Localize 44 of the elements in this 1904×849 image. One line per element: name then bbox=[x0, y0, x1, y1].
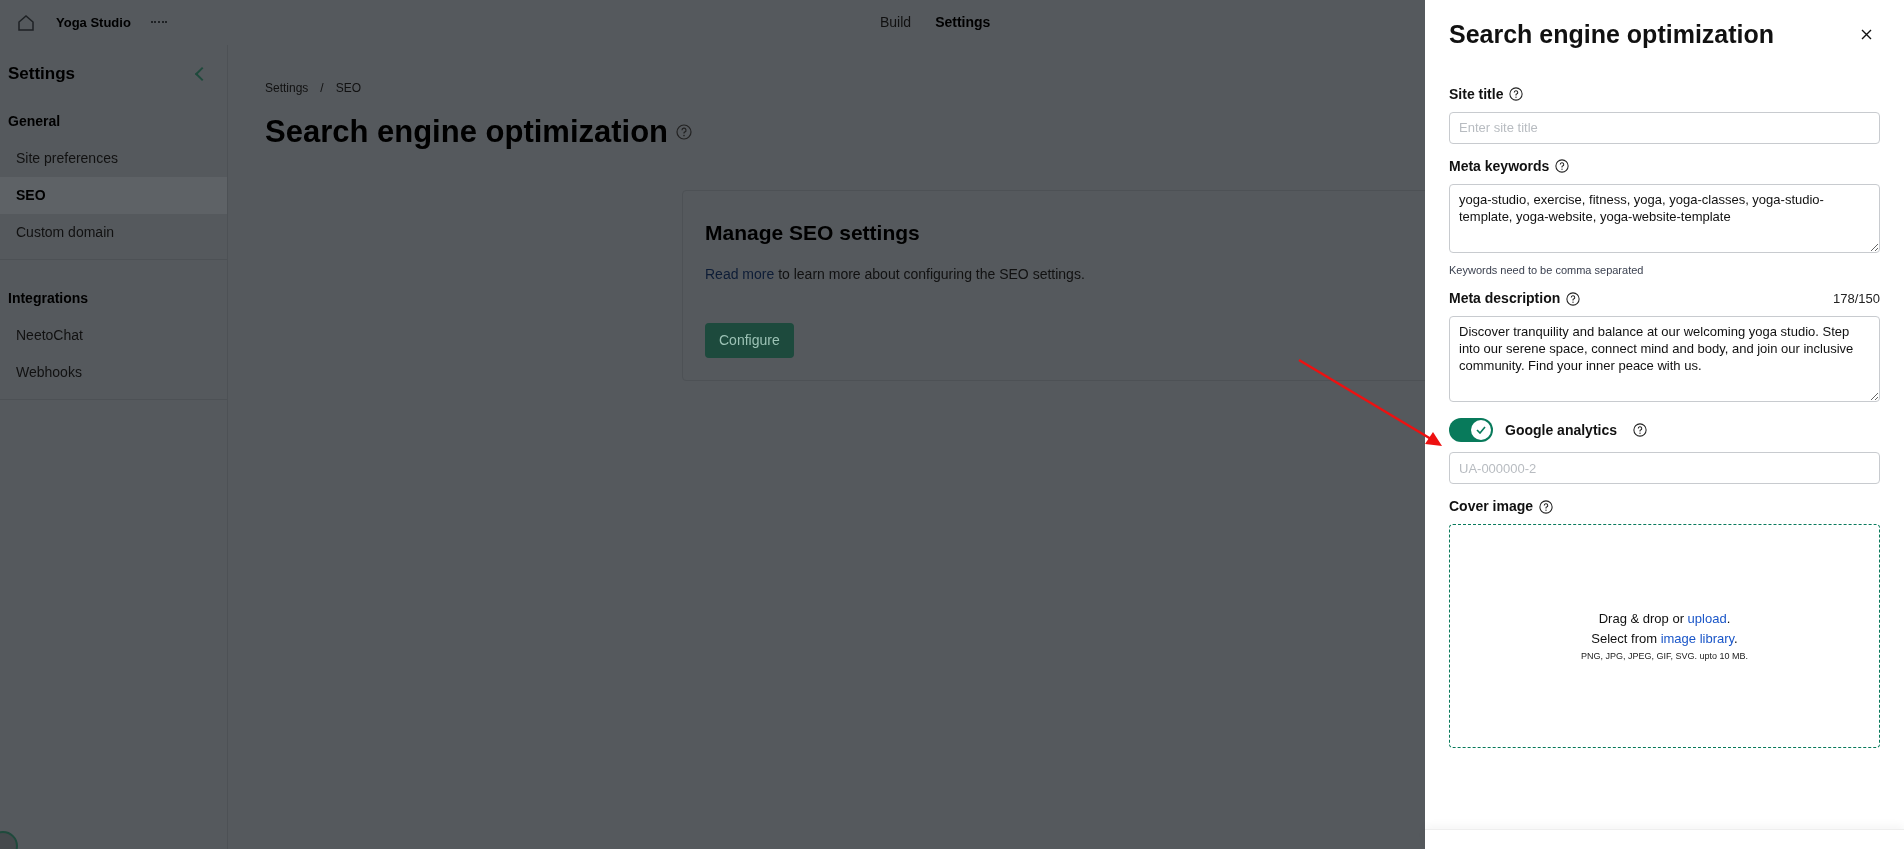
textarea-field[interactable]: Discover tranquility and balance at our welcoming yoga studio. Step into our serene space, connect mind and body, and join our inclusive community. Find your inner peace with us. bbox=[1449, 316, 1880, 402]
panel-title: Search engine optimization bbox=[1449, 19, 1775, 50]
input-field[interactable]: Enter site title bbox=[1449, 111, 1880, 144]
dropzone-text: Select from image library. bbox=[1591, 629, 1738, 648]
sidebar-item[interactable]: Webhooks bbox=[0, 353, 227, 391]
sidebar-item[interactable]: NeetoChat bbox=[0, 316, 227, 354]
section-heading: Integrations bbox=[7, 288, 90, 308]
file-format-hint: PNG, JPG, JPEG, GIF, SVG. upto 10 MB. bbox=[1580, 649, 1749, 663]
section-heading: General bbox=[7, 111, 62, 131]
close-icon[interactable] bbox=[1861, 29, 1872, 41]
field-label: Site title bbox=[1449, 84, 1504, 104]
help-icon[interactable] bbox=[1633, 423, 1648, 437]
nav-tab[interactable]: Settings bbox=[935, 12, 991, 33]
card-text: Read more to learn more about configuring the SEO settings. bbox=[705, 265, 1086, 284]
help-icon[interactable] bbox=[1555, 159, 1570, 173]
sidebar-title: Settings bbox=[8, 63, 76, 85]
field-label: Cover image bbox=[1449, 497, 1534, 516]
breadcrumb[interactable]: SEO bbox=[335, 79, 362, 97]
card-heading: Manage SEO settings bbox=[705, 219, 921, 246]
breadcrumb-separator: / bbox=[320, 80, 324, 97]
nav-tab[interactable]: Build bbox=[880, 12, 912, 33]
input-field[interactable]: UA-000000-2 bbox=[1449, 452, 1880, 484]
toggle-label: Google analytics bbox=[1505, 420, 1618, 440]
breadcrumb[interactable]: Settings bbox=[265, 79, 309, 97]
page-title: Search engine optimization bbox=[265, 113, 669, 151]
sidebar-item[interactable]: Custom domain bbox=[0, 213, 227, 251]
field-label: Meta keywords bbox=[1449, 156, 1550, 176]
check-icon bbox=[1476, 426, 1486, 434]
sidebar-item[interactable]: SEO bbox=[0, 176, 227, 214]
character-counter: 178/150 bbox=[1833, 289, 1880, 308]
help-icon[interactable] bbox=[1566, 291, 1581, 306]
sidebar-item[interactable]: Site preferences bbox=[0, 139, 227, 177]
dropzone[interactable]: Drag & drop or upload. Select from image library. PNG, JPG, JPEG, GIF, SVG. upto 10 MB. bbox=[1449, 524, 1880, 748]
field-hint: Keywords need to be comma separated bbox=[1449, 262, 1645, 278]
help-icon[interactable] bbox=[1539, 499, 1554, 514]
help-icon[interactable] bbox=[1509, 87, 1524, 101]
upload-link[interactable]: upload bbox=[1687, 610, 1727, 626]
site-name: Yoga Studio bbox=[56, 13, 131, 32]
toggle-switch[interactable] bbox=[1449, 418, 1493, 442]
field-label: Meta description bbox=[1449, 289, 1561, 308]
textarea-field[interactable]: yoga-studio, exercise, fitness, yoga, yoga-classes, yoga-studio-template, yoga-website, yoga-website-template bbox=[1449, 183, 1880, 253]
configure-button[interactable]: Configure bbox=[705, 323, 794, 358]
dropzone-text: Drag & drop or upload. bbox=[1598, 609, 1731, 628]
read-more-link[interactable]: Read more bbox=[705, 266, 775, 282]
